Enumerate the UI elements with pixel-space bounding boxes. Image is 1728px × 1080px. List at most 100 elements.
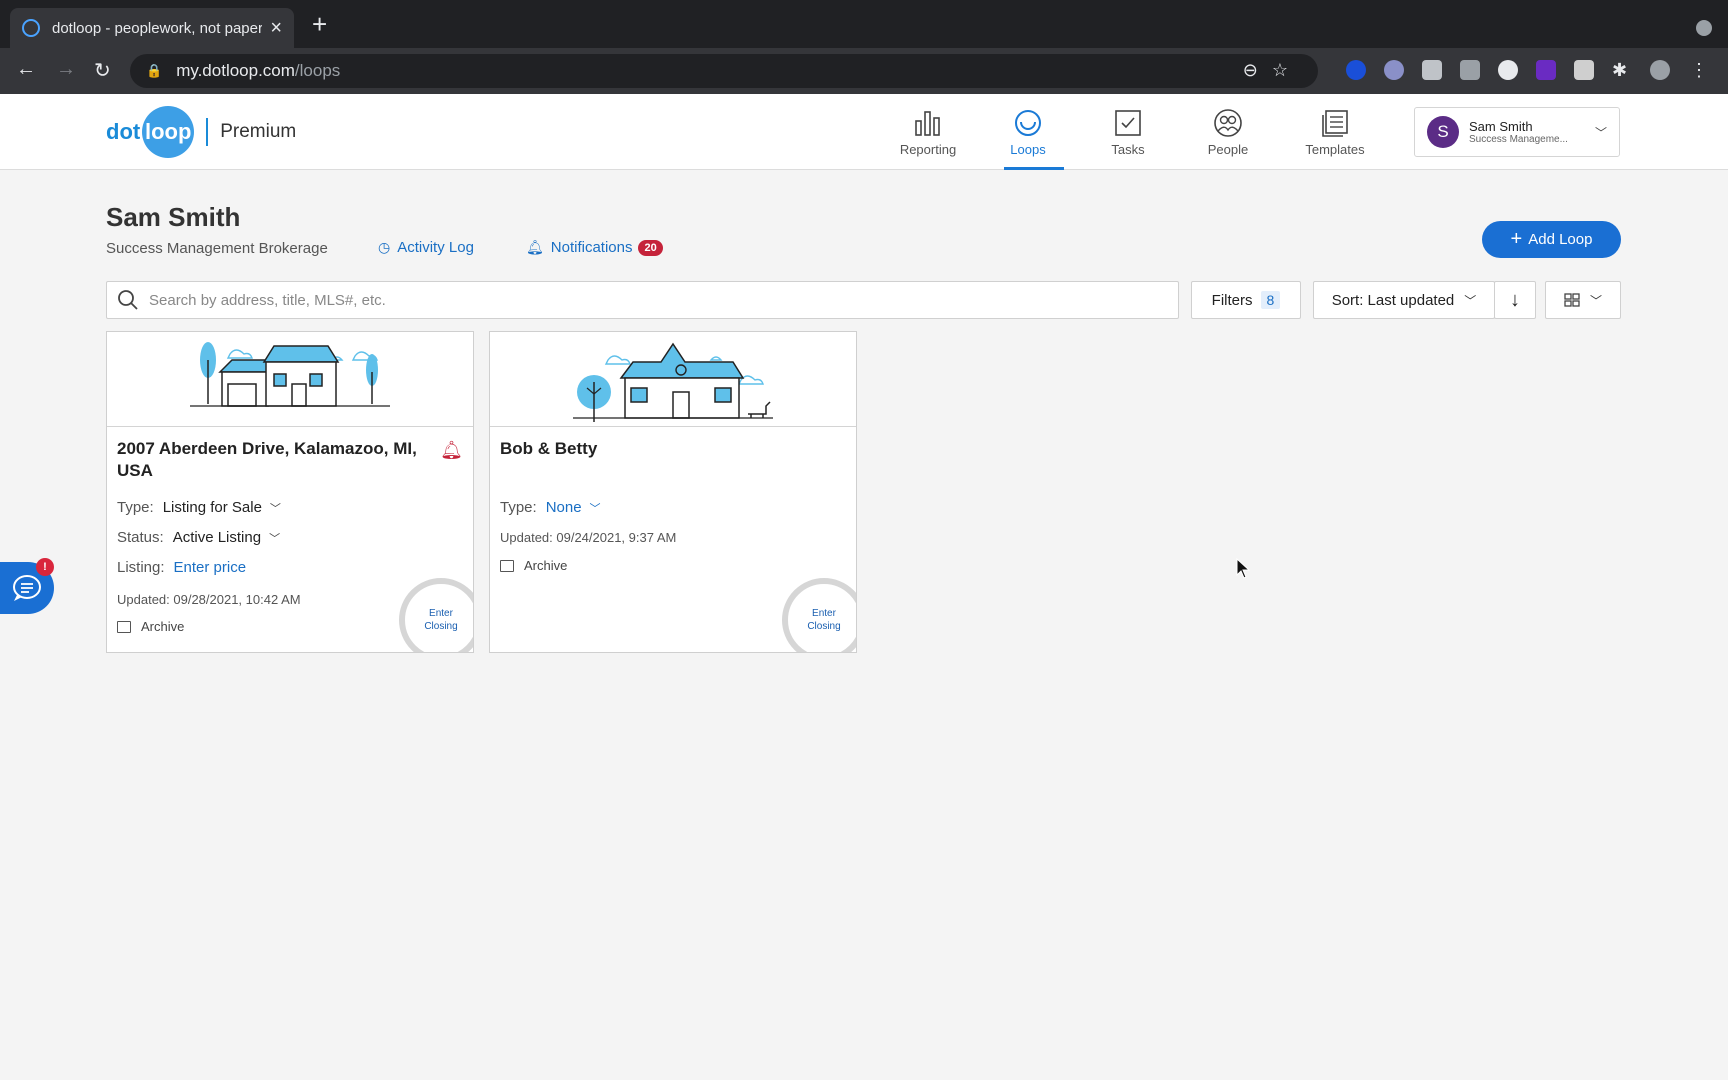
extension-icon[interactable] (1460, 60, 1480, 80)
nav-templates[interactable]: Templates (1280, 94, 1390, 170)
activity-log-link[interactable]: ◷ Activity Log (378, 239, 474, 256)
plus-icon: + (1510, 228, 1523, 250)
checkbox-icon (1113, 108, 1143, 138)
brokerage-name: Success Management Brokerage (106, 240, 328, 257)
loop-icon (1013, 108, 1043, 138)
extension-icon[interactable] (1574, 60, 1594, 80)
extension-icon[interactable] (1422, 60, 1442, 80)
browser-toolbar: ← → ↻ 🔒 my.dotloop.com /loops ⊖☆ ✱ ⋮ (0, 48, 1728, 94)
notifications-label: Notifications (550, 239, 633, 256)
filters-button[interactable]: Filters 8 (1191, 281, 1301, 319)
loop-card[interactable]: Bob & Betty Type: None ﹀ Updated: 09/24/… (489, 331, 857, 653)
loop-card[interactable]: 2007 Aberdeen Drive, Kalamazoo, MI, USA … (106, 331, 474, 653)
field-label: Status: (117, 529, 164, 546)
back-icon[interactable]: ← (16, 58, 36, 81)
house-illustration-image (573, 342, 773, 422)
extension-icon[interactable] (1346, 60, 1366, 80)
chevron-down-icon: ﹀ (589, 502, 601, 515)
bell-icon[interactable]: 🔔︎ (440, 440, 463, 461)
logo-dot-text: dot (106, 119, 141, 144)
browser-tab[interactable]: dotloop - peoplework, not paperwork × (10, 8, 294, 48)
tab-search-icon[interactable] (1696, 20, 1712, 36)
house-illustration-image (190, 342, 390, 407)
avatar: S (1427, 116, 1459, 148)
type-field[interactable]: Type: None ﹀ (500, 499, 601, 516)
field-label: Type: (117, 499, 154, 516)
arrow-down-icon: ↓ (1510, 288, 1520, 311)
bar-chart-icon (913, 108, 943, 138)
extension-icon[interactable] (1384, 60, 1404, 80)
field-label: Listing: (117, 559, 165, 576)
type-value: None (545, 499, 582, 516)
activity-log-label: Activity Log (397, 239, 474, 256)
house-illustration (490, 332, 856, 427)
new-tab-button[interactable]: + (312, 11, 327, 37)
loop-title[interactable]: Bob & Betty (500, 438, 810, 460)
nav-tasks[interactable]: Tasks (1080, 94, 1176, 170)
enter-closing-label: Enter Closing (424, 608, 458, 632)
chevron-down-icon: ﹀ (1589, 293, 1602, 308)
url-path: /loops (294, 61, 341, 80)
templates-icon (1320, 108, 1350, 138)
notifications-link[interactable]: 🔔︎ Notifications 20 (526, 239, 663, 256)
house-illustration (107, 332, 473, 427)
loop-title[interactable]: 2007 Aberdeen Drive, Kalamazoo, MI, USA (117, 438, 427, 482)
nav-label: People (1207, 141, 1249, 157)
logo-loop-circle: loop (142, 106, 195, 158)
plan-label: Premium (220, 121, 297, 142)
profile-avatar-icon[interactable] (1650, 60, 1670, 80)
nav-label: Reporting (899, 141, 957, 157)
chat-alert-badge: ! (36, 558, 54, 576)
type-value: Listing for Sale (162, 499, 262, 516)
view-toggle-dropdown[interactable]: ﹀ (1545, 281, 1621, 319)
extension-icon[interactable] (1498, 60, 1518, 80)
nav-reporting[interactable]: Reporting (880, 94, 976, 170)
extension-icon[interactable] (1536, 60, 1556, 80)
type-field[interactable]: Type: Listing for Sale ﹀ (117, 499, 281, 516)
user-menu[interactable]: S Sam Smith Success Manageme... ﹀ (1414, 107, 1620, 157)
dotloop-favicon-icon (22, 19, 40, 37)
nav-people[interactable]: People (1180, 94, 1276, 170)
tab-close-icon[interactable]: × (270, 17, 282, 40)
sort-direction-button[interactable]: ↓ (1494, 281, 1536, 319)
dotloop-logo[interactable]: dot loop Premium (106, 106, 296, 158)
bell-icon: 🔔︎ (526, 239, 544, 255)
enter-price-link[interactable]: Enter price (174, 559, 247, 576)
browser-menu-icon[interactable]: ⋮ (1690, 60, 1710, 80)
page-title: Sam Smith (106, 202, 241, 232)
search-input[interactable] (149, 291, 1168, 309)
enter-closing-label: Enter Closing (807, 608, 841, 632)
reload-icon[interactable]: ↻ (94, 58, 111, 83)
add-loop-button[interactable]: + Add Loop (1482, 221, 1621, 258)
status-value: Active Listing (172, 529, 262, 546)
status-field[interactable]: Status: Active Listing ﹀ (117, 529, 280, 546)
nav-loops[interactable]: Loops (980, 94, 1076, 170)
extensions-puzzle-icon[interactable]: ✱ (1612, 60, 1632, 80)
enter-closing-button[interactable]: Enter Closing (399, 578, 473, 652)
chevron-down-icon: ﹀ (269, 502, 281, 515)
archive-button[interactable]: Archive (500, 558, 567, 573)
field-label: Type: (500, 499, 537, 516)
browser-tab-bar: dotloop - peoplework, not paperwork × + (0, 0, 1728, 48)
notifications-count-badge: 20 (638, 239, 663, 256)
address-bar[interactable]: 🔒 my.dotloop.com /loops ⊖☆ (130, 54, 1318, 88)
sort-dropdown[interactable]: Sort: Last updated ﹀ (1313, 281, 1495, 319)
zoom-and-bookmark-icons[interactable]: ⊖☆ (1243, 60, 1302, 81)
add-loop-label: Add Loop (1528, 231, 1593, 248)
updated-timestamp: Updated: 09/24/2021, 9:37 AM (500, 530, 677, 545)
sort-label: Sort: Last updated (1331, 291, 1455, 309)
url-host: my.dotloop.com (176, 61, 295, 80)
nav-label: Templates (1305, 141, 1365, 157)
enter-closing-button[interactable]: Enter Closing (782, 578, 856, 652)
chat-widget-button[interactable]: ! (0, 558, 54, 614)
listing-field: Listing: Enter price (117, 559, 246, 576)
forward-icon[interactable]: → (56, 58, 76, 81)
search-box (106, 281, 1179, 319)
logo-separator (206, 118, 209, 146)
main-nav: Reporting Loops Tasks People Templates (880, 94, 1394, 170)
user-org: Success Manageme... (1469, 134, 1568, 145)
chat-bubble-icon (13, 575, 41, 601)
chevron-down-icon: ﹀ (269, 532, 281, 545)
people-icon (1213, 108, 1243, 138)
archive-button[interactable]: Archive (117, 619, 184, 634)
